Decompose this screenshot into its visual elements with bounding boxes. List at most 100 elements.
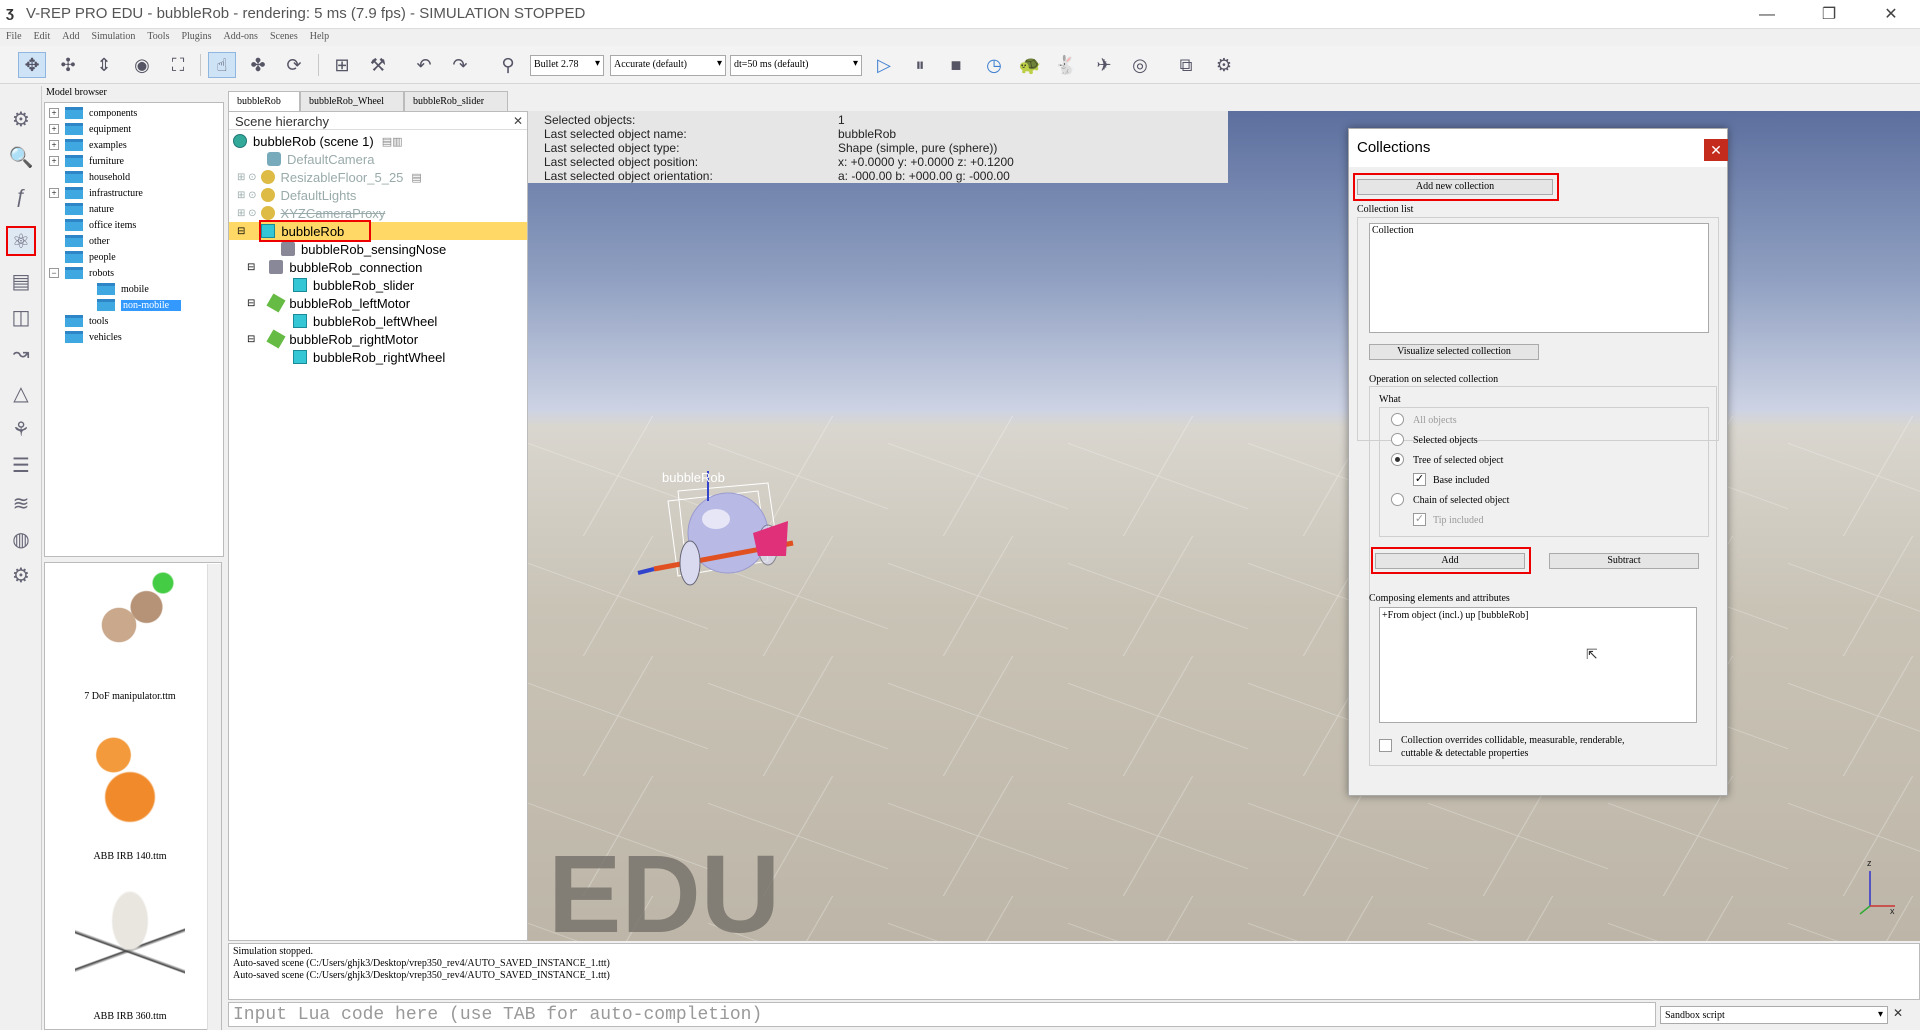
composing-elements-list[interactable]: +From object (incl.) up [bubbleRob] ⇱ — [1379, 607, 1697, 723]
menu-addons[interactable]: Add-ons — [217, 29, 263, 42]
camera-angle-icon[interactable]: ◉ — [128, 52, 156, 78]
composing-item[interactable]: +From object (incl.) up [bubbleRob] — [1382, 610, 1528, 621]
base-included-checkbox[interactable]: ✓ — [1413, 473, 1426, 486]
override-properties-checkbox[interactable] — [1379, 739, 1392, 752]
tree-item-other[interactable]: other — [65, 233, 110, 249]
tree-item-household[interactable]: household — [65, 169, 130, 185]
collections-close-button[interactable]: ✕ — [1704, 139, 1728, 161]
fit-to-view-icon[interactable]: ⛶ — [164, 52, 192, 78]
hierarchy-close-icon[interactable]: ✕ — [513, 114, 523, 128]
function-icon[interactable]: ƒ — [6, 182, 36, 212]
tree-item-equipment[interactable]: + equipment — [49, 121, 131, 137]
menu-tools[interactable]: Tools — [141, 29, 175, 42]
click-select-icon[interactable]: ☝ — [208, 52, 236, 78]
hier-item-defaultcamera[interactable]: DefaultCamera — [267, 150, 374, 168]
page-selector-icon[interactable]: ⧉ — [1172, 52, 1200, 78]
model-thumb-7dof[interactable]: 7 DoF manipulator.ttm — [55, 571, 205, 702]
menu-add[interactable]: Add — [56, 29, 85, 42]
tab-bubblerob-slider[interactable]: bubbleRob_slider — [404, 91, 508, 112]
camera-shift-icon[interactable]: ⇕ — [90, 52, 118, 78]
selection-icon[interactable]: ⚘ — [6, 414, 36, 444]
hier-item-sensingnose[interactable]: bubbleRob_sensingNose — [281, 240, 446, 258]
collections-icon[interactable]: ⚛ — [6, 226, 36, 256]
stop-icon[interactable]: ■ — [942, 52, 970, 78]
thumbnail-scrollbar[interactable] — [207, 564, 221, 1030]
subtract-button[interactable]: Subtract — [1549, 553, 1699, 569]
hier-item-leftmotor[interactable]: ⊟ bubbleRob_leftMotor — [247, 293, 410, 313]
dynamics-toggle-icon[interactable]: ⚲ — [494, 52, 522, 78]
redo-icon[interactable]: ↷ — [446, 52, 474, 78]
video-recorder-icon[interactable]: ◍ — [6, 524, 36, 554]
tree-item-components[interactable]: + components — [49, 105, 137, 121]
settings-icon[interactable]: ⚙ — [6, 104, 36, 134]
restore-button[interactable]: ❐ — [1806, 0, 1852, 29]
speed-up-icon[interactable]: 🐇 — [1052, 52, 1080, 78]
tree-item-people[interactable]: people — [65, 249, 116, 265]
tree-item-robots[interactable]: − robots — [49, 265, 114, 281]
realtime-icon[interactable]: ◷ — [980, 52, 1008, 78]
path-edit-icon[interactable]: ↝ — [6, 338, 36, 368]
script-icon[interactable]: ▤ — [6, 266, 36, 296]
scene-selector-icon[interactable]: ⚙ — [1210, 52, 1238, 78]
visualization-toggle-icon[interactable]: ◎ — [1126, 52, 1154, 78]
assemble-icon[interactable]: ⊞ — [328, 52, 356, 78]
tree-item-nature[interactable]: nature — [65, 201, 114, 217]
play-icon[interactable]: ▷ — [870, 52, 898, 78]
model-thumb-abb-irb-360[interactable]: ABB IRB 360.ttm — [55, 891, 205, 1022]
script-select[interactable]: Sandbox script ▾ — [1660, 1006, 1888, 1024]
tree-item-mobile[interactable]: mobile — [97, 281, 149, 297]
hier-item-connection[interactable]: ⊟ bubbleRob_connection — [247, 258, 422, 276]
tree-item-infrastructure[interactable]: + infrastructure — [49, 185, 143, 201]
thread-rendering-icon[interactable]: ✈ — [1090, 52, 1118, 78]
slow-down-icon[interactable]: 🐢 — [1016, 52, 1044, 78]
tree-item-furniture[interactable]: + furniture — [49, 153, 124, 169]
camera-rotate-icon[interactable]: ✣ — [54, 52, 82, 78]
model-thumb-abb-irb-140[interactable]: ABB IRB 140.ttm — [55, 731, 205, 862]
object-rotate-icon[interactable]: ⟳ — [280, 52, 308, 78]
layers-icon[interactable]: ≋ — [6, 488, 36, 518]
close-window-button[interactable]: ✕ — [1868, 0, 1914, 29]
transfer-dna-icon[interactable]: ⚒ — [364, 52, 392, 78]
menu-help[interactable]: Help — [304, 29, 335, 42]
hier-item-slider[interactable]: bubbleRob_slider — [293, 276, 414, 294]
hier-item-leftwheel[interactable]: bubbleRob_leftWheel — [293, 312, 437, 330]
console-close-icon[interactable]: ✕ — [1893, 1006, 1907, 1022]
hier-item-rightwheel[interactable]: bubbleRob_rightWheel — [293, 348, 445, 366]
menu-plugins[interactable]: Plugins — [175, 29, 217, 42]
tree-item-non-mobile[interactable]: non-mobile — [97, 297, 182, 313]
accuracy-select[interactable]: Accurate (default) ▾ — [610, 55, 726, 76]
hier-item-floor[interactable]: ⊞ ⊙ ResizableFloor_5_25 ▤ — [237, 168, 422, 186]
radio-selected-objects[interactable] — [1391, 433, 1404, 446]
shape-edit-icon[interactable]: ◫ — [6, 302, 36, 332]
hier-item-rightmotor[interactable]: ⊟ bubbleRob_rightMotor — [247, 329, 418, 349]
object-shift-icon[interactable]: ✤ — [244, 52, 272, 78]
radio-tree-of-selected[interactable] — [1391, 453, 1404, 466]
tab-bubblerob[interactable]: bubbleRob — [228, 91, 300, 112]
layers-list-icon[interactable]: ☰ — [6, 450, 36, 480]
physics-engine-select[interactable]: Bullet 2.78 ▾ — [530, 55, 604, 76]
scene-props-icon[interactable]: ▤▥ — [382, 135, 403, 148]
calculation-icon[interactable]: △ — [6, 378, 36, 408]
camera-pan-icon[interactable]: ✥ — [18, 52, 46, 78]
menu-edit[interactable]: Edit — [28, 29, 57, 42]
tree-item-vehicles[interactable]: vehicles — [65, 329, 122, 345]
menu-scenes[interactable]: Scenes — [264, 29, 304, 42]
tree-item-examples[interactable]: + examples — [49, 137, 127, 153]
menu-file[interactable]: File — [0, 29, 28, 42]
undo-icon[interactable]: ↶ — [410, 52, 438, 78]
minimize-button[interactable]: — — [1744, 0, 1790, 29]
radio-all-objects[interactable] — [1391, 413, 1404, 426]
hier-item-defaultlights[interactable]: ⊞ ⊙ DefaultLights — [237, 186, 356, 204]
search-icon[interactable]: 🔍 — [6, 142, 36, 172]
tip-included-checkbox[interactable]: ✓ — [1413, 513, 1426, 526]
pause-icon[interactable]: ⏸ — [906, 52, 934, 78]
timestep-select[interactable]: dt=50 ms (default) ▾ — [730, 55, 862, 76]
tree-item-tools[interactable]: tools — [65, 313, 108, 329]
tab-bubblerob-wheel[interactable]: bubbleRob_Wheel — [300, 91, 404, 112]
radio-chain-of-selected[interactable] — [1391, 493, 1404, 506]
menu-simulation[interactable]: Simulation — [85, 29, 141, 42]
hier-item-scene[interactable]: bubbleRob (scene 1) ▤▥ — [233, 132, 403, 150]
tree-item-office-items[interactable]: office items — [65, 217, 136, 233]
bubblerob-model[interactable] — [628, 461, 828, 621]
lua-command-input[interactable]: Input Lua code here (use TAB for auto-co… — [228, 1002, 1656, 1027]
